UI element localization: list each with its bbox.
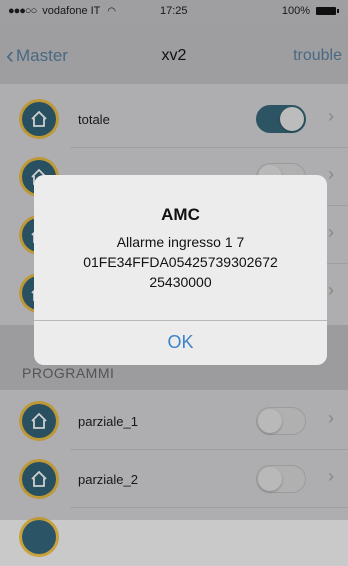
alert-message-line: 25430000 [149, 274, 212, 290]
alert-message-line: 01FE34FFDA05425739302672 [83, 254, 278, 270]
alert-message-line: Allarme ingresso 1 7 [116, 234, 245, 250]
home-icon [22, 520, 56, 554]
alert-dialog: AMC Allarme ingresso 1 7 01FE34FFDA05425… [34, 175, 327, 365]
alert-title: AMC [161, 205, 200, 224]
ok-button[interactable]: OK [34, 320, 327, 365]
alert-message: Allarme ingresso 1 7 01FE34FFDA054257393… [34, 232, 327, 292]
